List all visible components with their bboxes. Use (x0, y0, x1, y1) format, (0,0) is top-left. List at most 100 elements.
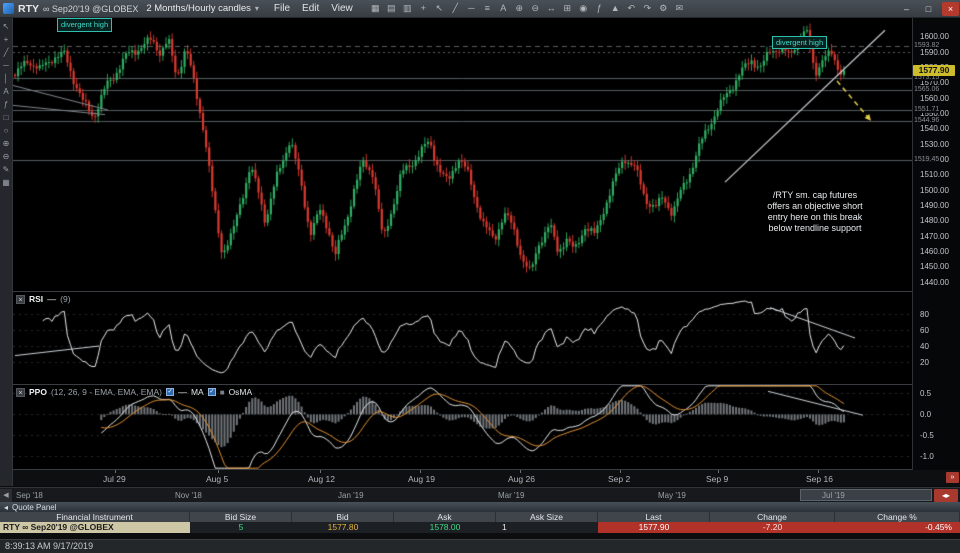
price-axis[interactable]: 1600.001590.001580.001570.001560.001550.… (913, 18, 960, 486)
col-ask-size[interactable]: Ask Size (496, 512, 598, 522)
overview-date-label: Nov '18 (175, 491, 202, 500)
price-tick-label: 1490.00 (920, 201, 949, 211)
undo-icon[interactable]: ↶ (624, 2, 639, 15)
price-tick-label: 1470.00 (920, 231, 949, 241)
quote-table-row[interactable]: RTY ∞ Sep20'19 @GLOBEX 5 1577.80 1578.00… (0, 522, 960, 533)
time-axis[interactable]: » Jul 29 Aug 5 Aug 12 Aug 19 Aug 26 Sep 2 Sep … (13, 470, 960, 486)
price-tick-label: 1540.00 (920, 124, 949, 134)
col-financial-instrument[interactable]: Financial Instrument (0, 512, 190, 522)
price-tick-label: 1460.00 (920, 247, 949, 257)
quote-panel-header[interactable]: ◂ Quote Panel (0, 502, 960, 512)
ppo-close-icon[interactable]: × (16, 387, 25, 397)
quote-instrument[interactable]: RTY ∞ Sep20'19 @GLOBEX (0, 522, 190, 533)
divergent-high-label-left[interactable]: divergent high (57, 18, 113, 32)
pointer-tool-icon[interactable]: ↖ (0, 20, 12, 33)
divergent-high-label-right[interactable]: divergent high (772, 36, 828, 49)
menu-file[interactable]: File (269, 2, 295, 15)
ellipse-tool-icon[interactable]: ○ (0, 124, 12, 137)
ma-checkbox[interactable]: ✓ (165, 388, 174, 396)
rsi-tick-label: 40 (920, 342, 929, 351)
scroll-thumb[interactable] (800, 489, 932, 501)
trendline-tool-icon[interactable]: ╱ (0, 46, 12, 59)
trendline-icon[interactable]: ╱ (448, 2, 463, 15)
overview-date-label: Sep '18 (16, 491, 43, 500)
timeframe-selector[interactable]: 2 Months/Hourly candles (146, 3, 251, 14)
osma-checkbox[interactable]: ✓ (207, 388, 216, 396)
save-icon[interactable]: ▥ (400, 2, 415, 15)
draw-tool-icon[interactable]: ✎ (0, 163, 12, 176)
time-axis-label: Aug 12 (308, 474, 335, 484)
level-price-label: 1544.96 (913, 116, 941, 124)
vertical-line-tool-icon[interactable]: │ (0, 72, 12, 85)
scroll-nav-button[interactable]: ◂▸ (934, 489, 958, 502)
crosshair-icon[interactable]: + (416, 2, 431, 15)
chart-note-annotation[interactable]: /RTY sm. cap futures offers an objective … (752, 190, 878, 234)
menu-edit[interactable]: Edit (297, 2, 324, 15)
last-price-tag: 1577.90 (913, 64, 955, 76)
osma-bar-sample: ■ (219, 387, 225, 397)
pointer-icon[interactable]: ↖ (432, 2, 447, 15)
toolbar: ▦ ▤ ▥ + ↖ ╱ ─ ≡ A ⊕ ⊖ ↔ ⊞ ◉ ƒ ▲ ↶ ↷ ⚙ ✉ (368, 2, 687, 15)
price-tick-label: 1600.00 (920, 32, 949, 42)
col-ask[interactable]: Ask (394, 512, 496, 522)
new-chart-icon[interactable]: ▦ (368, 2, 383, 15)
chevron-down-icon[interactable]: ▾ (255, 4, 259, 13)
settings-icon[interactable]: ⚙ (656, 2, 671, 15)
zoom-in-tool-icon[interactable]: ⊕ (0, 137, 12, 150)
col-change-pct[interactable]: Change % (835, 512, 960, 522)
zoom-in-icon[interactable]: ⊕ (512, 2, 527, 15)
text-tool-icon[interactable]: A (496, 2, 511, 15)
col-bid-size[interactable]: Bid Size (190, 512, 292, 522)
panel-divider[interactable] (13, 291, 960, 292)
rsi-close-icon[interactable]: × (16, 294, 25, 304)
time-axis-label: Sep 2 (608, 474, 631, 484)
price-tick-label: 1440.00 (920, 277, 949, 287)
time-axis-nav-button[interactable]: » (946, 472, 959, 483)
text-annotation-icon[interactable]: A (0, 85, 12, 98)
ppo-panel-chart[interactable] (13, 385, 912, 469)
open-file-icon[interactable]: ▤ (384, 2, 399, 15)
quote-change: -7.20 (710, 522, 835, 533)
zoom-out-tool-icon[interactable]: ⊖ (0, 150, 12, 163)
horizontal-line-tool-icon[interactable]: ─ (0, 59, 12, 72)
rectangle-tool-icon[interactable]: □ (0, 111, 12, 124)
chart-contract: ∞ Sep20'19 @GLOBEX (43, 3, 139, 14)
ppo-label: PPO (29, 387, 47, 397)
redo-icon[interactable]: ↷ (640, 2, 655, 15)
scroll-left-button[interactable]: ◀ (0, 489, 12, 502)
ppo-tick-label: -0.5 (920, 431, 934, 441)
col-last[interactable]: Last (598, 512, 710, 522)
close-button[interactable]: × (942, 1, 959, 16)
menu-view[interactable]: View (326, 2, 358, 15)
indicator-icon[interactable]: ƒ (592, 2, 607, 15)
price-chart[interactable] (13, 18, 912, 291)
level-price-label: 1593.82 (913, 41, 941, 49)
study-tool-icon[interactable]: ƒ (0, 98, 12, 111)
col-change[interactable]: Change (710, 512, 835, 522)
panel-divider[interactable] (13, 384, 960, 385)
quote-panel-title: Quote Panel (12, 502, 57, 512)
crosshair-tool-icon[interactable]: + (0, 33, 12, 46)
pan-icon[interactable]: ↔ (544, 2, 559, 15)
col-bid[interactable]: Bid (292, 512, 394, 522)
grid-icon[interactable]: ⊞ (560, 2, 575, 15)
fibonacci-icon[interactable]: ≡ (480, 2, 495, 15)
level-price-label: 1519.45 (913, 155, 941, 163)
time-tick (718, 470, 719, 473)
quote-bid-size: 5 (238, 522, 244, 532)
maximize-button[interactable]: □ (920, 2, 937, 16)
minimize-button[interactable]: – (898, 2, 915, 16)
rsi-panel-chart[interactable] (13, 292, 912, 384)
collapse-icon[interactable]: ◂ (4, 503, 8, 512)
ppo-params: (12, 26, 9 - EMA, EMA, EMA) (50, 387, 162, 397)
overview-scrollbar[interactable]: ◀ ◂▸ Sep '18 Nov '18 Jan '19 Mar '19 May '19… (0, 487, 960, 502)
chart-window-icon[interactable]: ▦ (0, 176, 12, 189)
zoom-out-icon[interactable]: ⊖ (528, 2, 543, 15)
horizontal-line-icon[interactable]: ─ (464, 2, 479, 15)
message-icon[interactable]: ✉ (672, 2, 687, 15)
price-tick-label: 1590.00 (920, 47, 949, 57)
alert-icon[interactable]: ▲ (608, 2, 623, 15)
snapshot-icon[interactable]: ◉ (576, 2, 591, 15)
rsi-legend: × RSI — (9) (16, 294, 71, 304)
titlebar: RTY ∞ Sep20'19 @GLOBEX 2 Months/Hourly c… (0, 0, 960, 18)
